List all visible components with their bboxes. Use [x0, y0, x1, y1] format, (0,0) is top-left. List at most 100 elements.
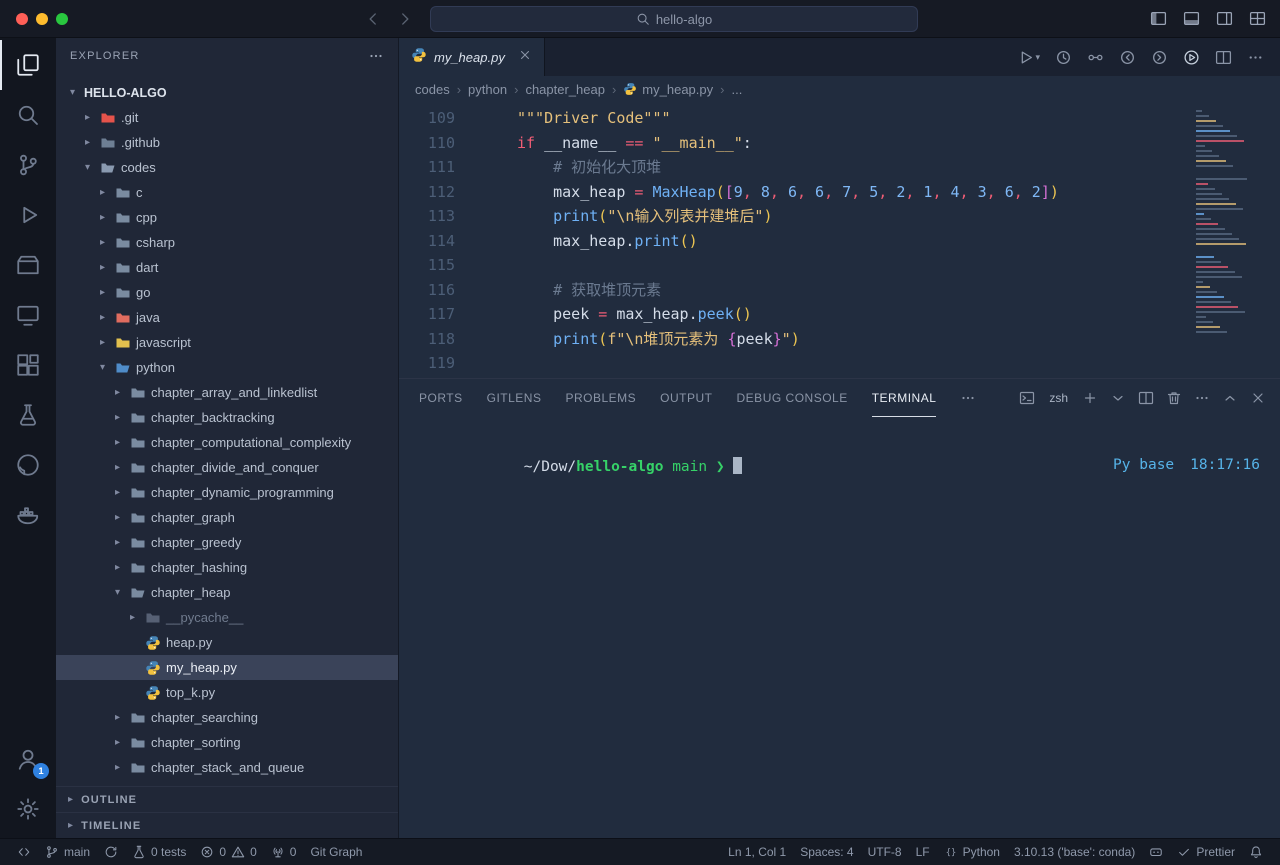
breadcrumb-item[interactable]: ...	[731, 82, 742, 97]
run-code-button[interactable]	[1183, 49, 1200, 66]
panel-more-actions-icon[interactable]	[1194, 390, 1210, 406]
folder-hello-algo[interactable]: ▾HELLO-ALGO	[56, 80, 398, 105]
maximize-panel-icon[interactable]	[1222, 390, 1238, 406]
command-center-search[interactable]: hello-algo	[430, 6, 918, 32]
folder-chapter-sorting[interactable]: ▸chapter_sorting	[56, 730, 398, 755]
run-python-file-button[interactable]: ▾	[1017, 49, 1040, 66]
terminal[interactable]: ~/Dow/hello-algo main ❯ Py base18:17:16	[399, 417, 1280, 838]
folder-dart[interactable]: ▸dart	[56, 255, 398, 280]
activity-settings[interactable]	[0, 784, 56, 834]
panel-tabs-more-icon[interactable]	[960, 379, 976, 417]
activity-source-control[interactable]	[0, 140, 56, 190]
split-button[interactable]	[1215, 49, 1232, 66]
more-button[interactable]	[1247, 49, 1264, 66]
folder-c[interactable]: ▸c	[56, 180, 398, 205]
folder-chapter-hashing[interactable]: ▸chapter_hashing	[56, 555, 398, 580]
status-notifications[interactable]	[1242, 839, 1270, 865]
file-top-k-py[interactable]: top_k.py	[56, 680, 398, 705]
status-eol[interactable]: LF	[909, 839, 937, 865]
close-panel-icon[interactable]	[1250, 390, 1266, 406]
close-window-button[interactable]	[16, 13, 28, 25]
activity-project-manager[interactable]	[0, 240, 56, 290]
file-heap-py[interactable]: heap.py	[56, 630, 398, 655]
panel-tab-debug-console[interactable]: DEBUG CONSOLE	[737, 379, 848, 417]
new-terminal-icon[interactable]	[1082, 390, 1098, 406]
folder-go[interactable]: ▸go	[56, 280, 398, 305]
panel-tab-gitlens[interactable]: GITLENS	[487, 379, 542, 417]
activity-accounts[interactable]: 1	[0, 734, 56, 784]
folder-chapter-heap[interactable]: ▾chapter_heap	[56, 580, 398, 605]
tab-my-heap-py[interactable]: my_heap.py	[399, 38, 545, 76]
folder-chapter-stack-and-queue[interactable]: ▸chapter_stack_and_queue	[56, 755, 398, 780]
split-terminal-icon[interactable]	[1138, 390, 1154, 406]
folder--pycache-[interactable]: ▸__pycache__	[56, 605, 398, 630]
terminal-dropdown-icon[interactable]	[1110, 390, 1126, 406]
status-language-mode[interactable]: {}Python	[937, 839, 1007, 865]
activity-explorer[interactable]	[0, 40, 56, 90]
breadcrumb-item[interactable]: chapter_heap	[525, 82, 605, 97]
sidebar-section-outline[interactable]: ▸OUTLINE	[56, 786, 398, 812]
breadcrumb-item[interactable]: my_heap.py	[623, 82, 713, 97]
folder-codes[interactable]: ▾codes	[56, 155, 398, 180]
toggle-secondary-sidebar-icon[interactable]	[1216, 10, 1233, 27]
folder-chapter-graph[interactable]: ▸chapter_graph	[56, 505, 398, 530]
folder--git[interactable]: ▸.git	[56, 105, 398, 130]
activity-extensions[interactable]	[0, 340, 56, 390]
folder-chapter-searching[interactable]: ▸chapter_searching	[56, 705, 398, 730]
toggle-panel-icon[interactable]	[1183, 10, 1200, 27]
folder--github[interactable]: ▸.github	[56, 130, 398, 155]
activity-search[interactable]	[0, 90, 56, 140]
folder-java[interactable]: ▸java	[56, 305, 398, 330]
explorer-more-actions-icon[interactable]	[368, 48, 384, 64]
folder-chapter-divide-and-conquer[interactable]: ▸chapter_divide_and_conquer	[56, 455, 398, 480]
next-change-button[interactable]	[1151, 49, 1168, 66]
minimap[interactable]	[1194, 106, 1266, 346]
history-button[interactable]	[1055, 49, 1072, 66]
status-copilot[interactable]	[1142, 839, 1170, 865]
activity-docker[interactable]	[0, 490, 56, 540]
folder-python[interactable]: ▾python	[56, 355, 398, 380]
activity-github[interactable]	[0, 440, 56, 490]
folder-javascript[interactable]: ▸javascript	[56, 330, 398, 355]
status-encoding[interactable]: UTF-8	[861, 839, 909, 865]
file-my-heap-py[interactable]: my_heap.py	[56, 655, 398, 680]
minimize-window-button[interactable]	[36, 13, 48, 25]
back-icon[interactable]	[364, 10, 382, 28]
folder-chapter-computational-complexity[interactable]: ▸chapter_computational_complexity	[56, 430, 398, 455]
status-git-branch[interactable]: main	[38, 839, 97, 865]
folder-chapter-backtracking[interactable]: ▸chapter_backtracking	[56, 405, 398, 430]
status-sync-changes[interactable]	[97, 839, 125, 865]
code-editor[interactable]: 109"""Driver Code"""110if __name__ == "_…	[399, 102, 1280, 378]
folder-cpp[interactable]: ▸cpp	[56, 205, 398, 230]
kill-terminal-icon[interactable]	[1166, 390, 1182, 406]
compare-button[interactable]	[1087, 49, 1104, 66]
folder-csharp[interactable]: ▸csharp	[56, 230, 398, 255]
status-tests[interactable]: 0 tests	[125, 839, 193, 865]
status-indentation[interactable]: Spaces: 4	[793, 839, 860, 865]
sidebar-section-timeline[interactable]: ▸TIMELINE	[56, 812, 398, 838]
breadcrumb-item[interactable]: python	[468, 82, 507, 97]
panel-tab-problems[interactable]: PROBLEMS	[565, 379, 636, 417]
status-python-interpreter[interactable]: 3.10.13 ('base': conda)	[1007, 839, 1142, 865]
folder-chapter-greedy[interactable]: ▸chapter_greedy	[56, 530, 398, 555]
close-tab-icon[interactable]	[518, 48, 532, 67]
panel-tab-ports[interactable]: PORTS	[419, 379, 463, 417]
shell-label[interactable]: zsh	[1049, 391, 1068, 405]
folder-chapter-array-and-linkedlist[interactable]: ▸chapter_array_and_linkedlist	[56, 380, 398, 405]
status-cursor-position[interactable]: Ln 1, Col 1	[721, 839, 793, 865]
panel-tab-output[interactable]: OUTPUT	[660, 379, 712, 417]
status-prettier[interactable]: Prettier	[1170, 839, 1242, 865]
toggle-sidebar-icon[interactable]	[1150, 10, 1167, 27]
forward-icon[interactable]	[396, 10, 414, 28]
zoom-window-button[interactable]	[56, 13, 68, 25]
customize-layout-icon[interactable]	[1249, 10, 1266, 27]
panel-tab-terminal[interactable]: TERMINAL	[872, 379, 937, 417]
status-remote-indicator[interactable]	[10, 839, 38, 865]
breadcrumb-item[interactable]: codes	[415, 82, 450, 97]
run-dropdown-icon[interactable]: ▾	[1035, 52, 1040, 63]
status-ports-forwarded[interactable]: 0	[264, 839, 304, 865]
status-problems[interactable]: 00	[193, 839, 263, 865]
activity-run-debug[interactable]	[0, 190, 56, 240]
prev-change-button[interactable]	[1119, 49, 1136, 66]
folder-chapter-dynamic-programming[interactable]: ▸chapter_dynamic_programming	[56, 480, 398, 505]
